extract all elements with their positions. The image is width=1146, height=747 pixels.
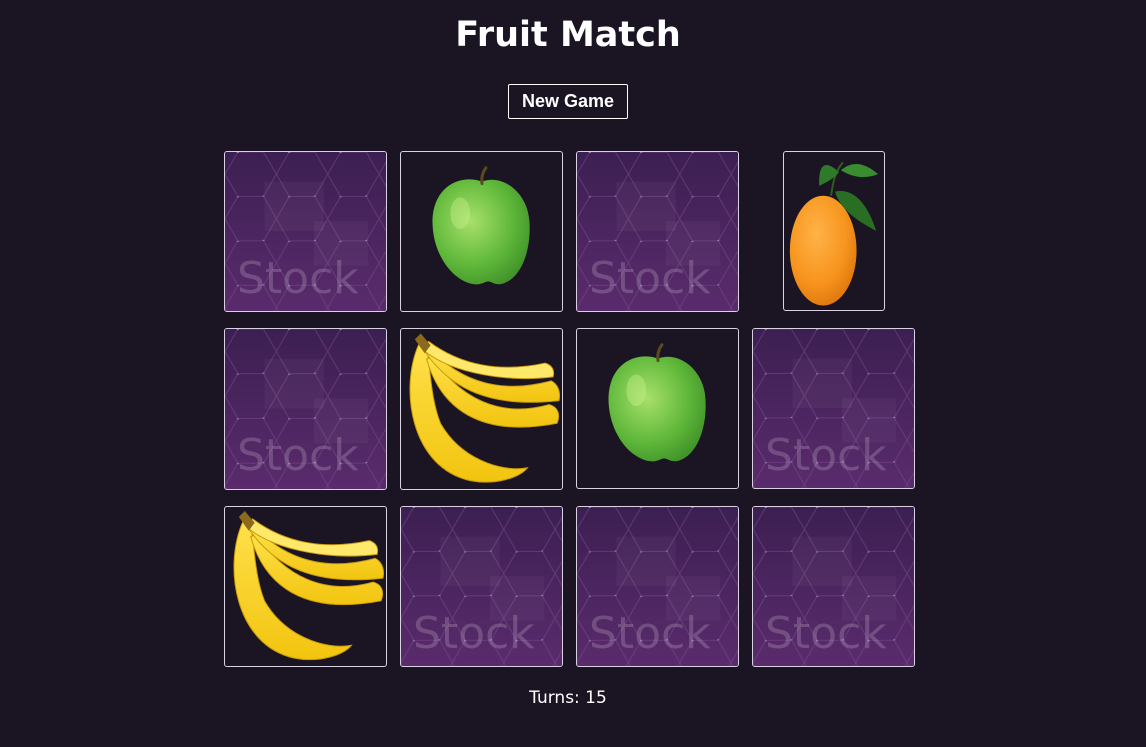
stock-watermark: Stock bbox=[589, 608, 711, 659]
orange-icon bbox=[789, 161, 879, 306]
apple-icon bbox=[432, 166, 530, 285]
stock-watermark: Stock bbox=[413, 608, 535, 659]
card-face-down[interactable]: Stock bbox=[752, 328, 915, 489]
card-face-down[interactable]: Stock bbox=[224, 328, 387, 490]
card-face-down[interactable]: Stock bbox=[576, 151, 739, 312]
card-face-up[interactable] bbox=[783, 151, 885, 311]
stock-watermark: Stock bbox=[765, 430, 887, 481]
stock-watermark: Stock bbox=[237, 253, 359, 304]
stock-watermark: Stock bbox=[589, 253, 711, 304]
card-face-down[interactable]: Stock bbox=[224, 151, 387, 312]
card-face-down[interactable]: Stock bbox=[752, 506, 915, 667]
game-title: Fruit Match bbox=[455, 15, 681, 55]
stock-watermark: Stock bbox=[237, 430, 359, 481]
card-face-down[interactable]: Stock bbox=[400, 506, 563, 667]
banana-icon bbox=[233, 510, 384, 661]
new-game-button[interactable]: New Game bbox=[508, 84, 628, 119]
card-face-up[interactable] bbox=[576, 328, 739, 489]
stock-watermark: Stock bbox=[765, 608, 887, 659]
card-face-down[interactable]: Stock bbox=[576, 506, 739, 667]
turns-counter: Turns: 15 bbox=[529, 688, 607, 708]
card-face-up[interactable] bbox=[400, 151, 563, 312]
banana-icon bbox=[409, 333, 561, 483]
card-face-up[interactable] bbox=[400, 328, 563, 490]
card-face-up[interactable] bbox=[224, 506, 387, 667]
apple-icon bbox=[608, 343, 706, 462]
